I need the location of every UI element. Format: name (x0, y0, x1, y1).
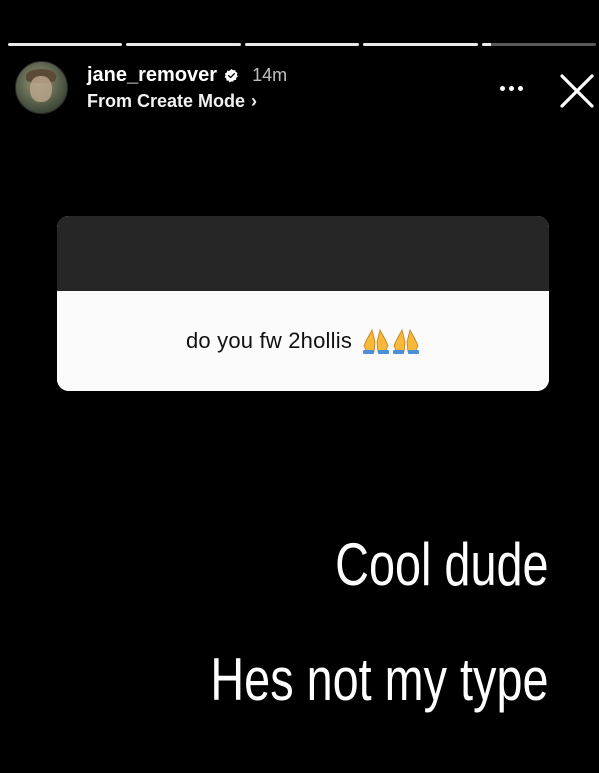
story-progress-bars (8, 43, 597, 46)
create-mode-label: From Create Mode (87, 91, 246, 111)
more-dot (499, 85, 505, 91)
question-sticker-body: do you fw 2hollis (57, 291, 549, 391)
reply-text-line-1: Cool dude (335, 531, 549, 598)
avatar[interactable] (15, 61, 68, 114)
question-sticker[interactable]: do you fw 2hollis (57, 216, 549, 391)
more-dot (508, 85, 514, 91)
time-ago: 14m (252, 64, 288, 85)
close-icon[interactable] (559, 74, 595, 108)
verified-badge-icon (224, 68, 238, 82)
avatar-face (30, 76, 52, 102)
username-row[interactable]: jane_remover 14m (87, 63, 287, 87)
praying-hands-icon (393, 328, 420, 354)
username[interactable]: jane_remover (87, 64, 217, 87)
reply-text-line-2: Hes not my type (210, 646, 549, 713)
story-progress-segment (244, 43, 360, 46)
story-viewer[interactable]: jane_remover 14m From Create Mode › do y… (0, 0, 599, 773)
story-progress-fill (481, 43, 491, 46)
question-sticker-header (57, 216, 549, 291)
question-text: do you fw 2hollis (185, 328, 353, 353)
story-progress-fill (244, 43, 360, 46)
story-progress-fill (126, 43, 241, 46)
story-progress-segment (126, 43, 241, 46)
story-progress-fill (8, 43, 123, 46)
chevron-right-icon: › (251, 91, 258, 111)
praying-hands-emoji (360, 328, 420, 354)
praying-hands-icon (363, 328, 390, 354)
story-progress-fill (363, 43, 478, 46)
more-dot (517, 85, 523, 91)
more-options-icon[interactable] (496, 78, 526, 98)
story-progress-segment (8, 43, 123, 46)
create-mode-link[interactable]: From Create Mode › (87, 91, 257, 112)
story-progress-segment (363, 43, 478, 46)
story-progress-segment (481, 43, 597, 46)
